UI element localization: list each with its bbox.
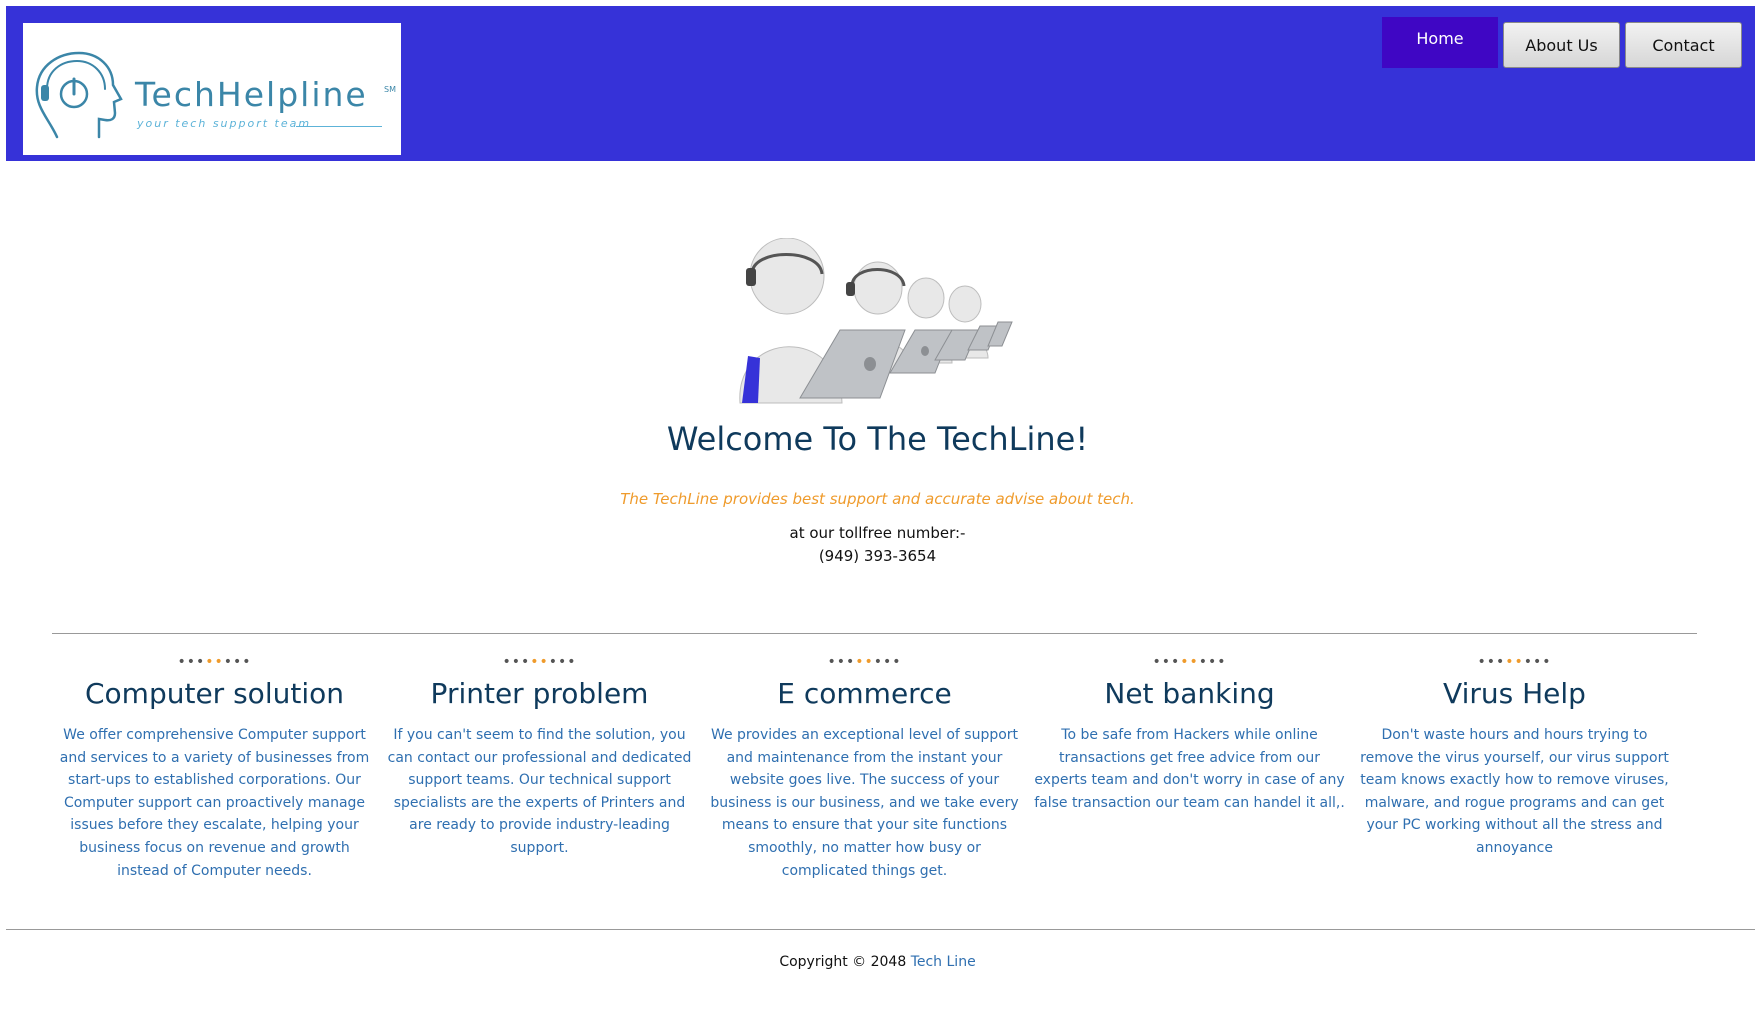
brand-underline: [296, 126, 382, 127]
ornament-dots: ••••••••: [1477, 654, 1552, 670]
support-team-illustration: [739, 238, 1013, 404]
service-title: Virus Help: [1443, 677, 1586, 710]
head-headset-icon: [35, 51, 123, 139]
service-title: Computer solution: [85, 677, 344, 710]
logo[interactable]: TechHelpline SM your tech support team: [23, 23, 401, 155]
service-card: •••••••• Printer problem If you can't se…: [377, 655, 702, 882]
nav-about-button[interactable]: About Us: [1503, 22, 1620, 68]
service-card: •••••••• Computer solution We offer comp…: [52, 655, 377, 882]
brand-tagline: your tech support team: [137, 117, 312, 130]
service-card: •••••••• Net banking To be safe from Hac…: [1027, 655, 1352, 882]
services-section: •••••••• Computer solution We offer comp…: [52, 655, 1702, 882]
service-card: •••••••• Virus Help Don't waste hours an…: [1352, 655, 1677, 882]
main-nav: Home About Us Contact: [1382, 12, 1747, 68]
service-text: If you can't seem to find the solution, …: [387, 727, 692, 856]
brand-name: TechHelpline: [135, 75, 368, 114]
service-title: Net banking: [1104, 677, 1275, 710]
service-text: We provides an exceptional level of supp…: [710, 727, 1019, 879]
brand-service-mark: SM: [384, 85, 396, 94]
ornament-dots: ••••••••: [827, 654, 902, 670]
service-text: We offer comprehensive Computer support …: [59, 727, 370, 879]
copyright-text: Copyright © 2048: [779, 954, 907, 970]
page-title: Welcome To The TechLine!: [666, 420, 1089, 458]
tollfree-number[interactable]: (949) 393-3654: [0, 547, 1755, 565]
service-title: E commerce: [777, 677, 952, 710]
nav-home-button[interactable]: Home: [1382, 17, 1498, 68]
service-title: Printer problem: [430, 677, 649, 710]
ornament-dots: ••••••••: [1152, 654, 1227, 670]
nav-contact-button[interactable]: Contact: [1625, 22, 1742, 68]
hero-tagline: The TechLine provides best support and a…: [620, 490, 1135, 508]
section-divider: [52, 633, 1697, 634]
tollfree-label: at our tollfree number:-: [789, 524, 966, 542]
ornament-dots: ••••••••: [177, 654, 252, 670]
ornament-dots: ••••••••: [502, 654, 577, 670]
service-text: To be safe from Hackers while online tra…: [1034, 727, 1345, 811]
service-text: Don't waste hours and hours trying to re…: [1360, 727, 1669, 856]
footer-divider: [6, 929, 1755, 930]
footer: Copyright © 2048 Tech Line: [0, 954, 1755, 970]
footer-link[interactable]: Tech Line: [911, 954, 976, 970]
service-card: •••••••• E commerce We provides an excep…: [702, 655, 1027, 882]
